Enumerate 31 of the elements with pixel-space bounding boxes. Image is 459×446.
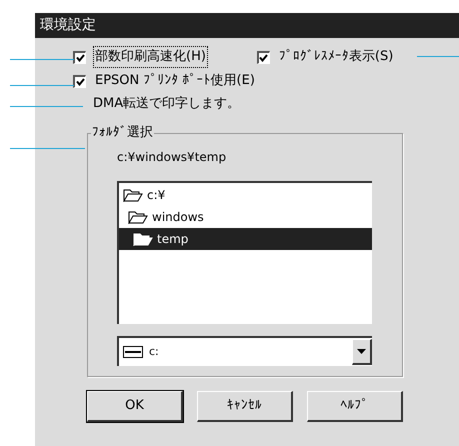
dropdown-button[interactable]: [352, 339, 372, 365]
folder-icon: [133, 232, 153, 246]
folder-icon: [128, 210, 148, 224]
checkbox[interactable]: [256, 50, 270, 64]
drive-dropdown[interactable]: c:: [117, 336, 372, 366]
checkmark-icon: [76, 78, 84, 86]
checkbox[interactable]: [73, 74, 86, 88]
folder-path: c:¥windows¥temp: [117, 149, 228, 166]
drive-value: c:: [149, 344, 160, 360]
dialog-button[interactable]: ﾍﾙﾌﾟ: [307, 391, 403, 422]
leader-line: [10, 59, 74, 60]
checkbox-label: EPSON ﾌﾟﾘﾝﾀ ﾎﾟｰﾄ使用(E): [94, 72, 256, 90]
leader-line: [10, 85, 74, 86]
folder-item[interactable]: windows: [119, 206, 372, 228]
folder-icon: [123, 188, 143, 202]
checkbox-label: 部数印刷高速化(H): [94, 47, 207, 67]
checkmark-icon: [76, 54, 84, 62]
window-title: 環境設定: [35, 13, 459, 38]
checkbox-label: ﾌﾟﾛｸﾞﾚｽﾒｰﾀ表示(S): [278, 48, 394, 66]
checkbox[interactable]: [73, 50, 86, 64]
group-title: ﾌｫﾙﾀﾞ選択: [91, 125, 154, 141]
checkmark-icon: [259, 54, 268, 62]
note-text: DMA転送で印字します。: [92, 95, 242, 114]
folder-item[interactable]: c:¥: [119, 184, 372, 206]
caret-icon: [357, 349, 366, 354]
leader-line: [417, 56, 459, 57]
drive-icon: [123, 346, 143, 358]
folder-list[interactable]: c:¥ windows temp: [117, 181, 372, 324]
dialog-button[interactable]: ｷｬﾝｾﾙ: [197, 391, 293, 422]
dialog-button[interactable]: OK: [87, 391, 183, 422]
folder-item[interactable]: temp: [119, 228, 372, 250]
